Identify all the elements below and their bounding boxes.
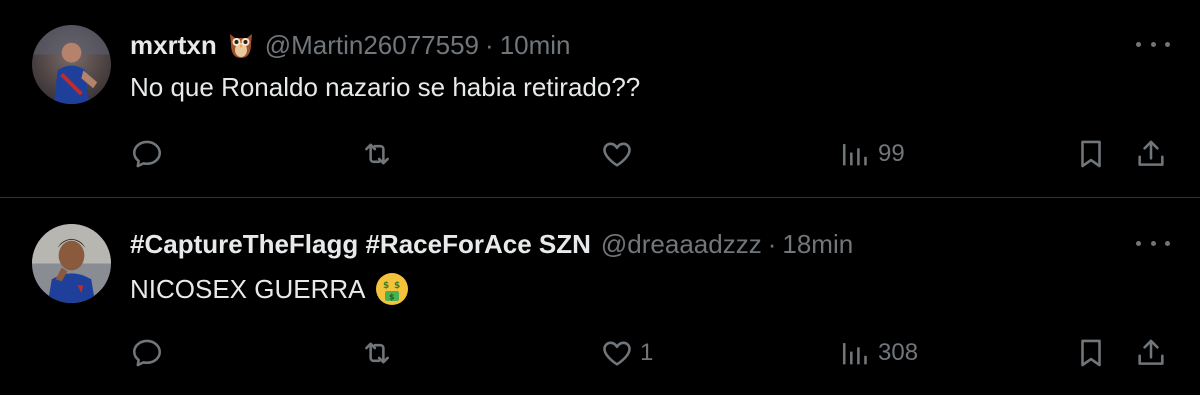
heart-icon <box>603 142 631 167</box>
avatar[interactable] <box>32 25 111 104</box>
avatar[interactable] <box>32 224 111 303</box>
tweet-text-content: NICOSEX GUERRA <box>130 273 366 304</box>
retweet-icon <box>365 143 389 165</box>
separator-dot: · <box>485 29 494 60</box>
bookmark-button[interactable] <box>1074 134 1108 174</box>
like-button[interactable] <box>600 134 640 174</box>
views-button[interactable]: 308 <box>838 333 918 373</box>
tweet-header: #CaptureTheFlagg #RaceForAce SZN @dreaaa… <box>130 227 853 261</box>
like-button[interactable]: 1 <box>600 333 653 373</box>
reply-icon <box>132 339 162 367</box>
share-icon <box>1138 140 1164 166</box>
retweet-button[interactable] <box>360 134 394 174</box>
retweet-icon <box>365 342 389 364</box>
action-bar: 1 308 <box>0 333 1200 373</box>
tweet-text: No que Ronaldo nazario se habia retirado… <box>130 72 640 103</box>
reply-button[interactable] <box>130 333 164 373</box>
more-options-icon[interactable] <box>1136 233 1170 253</box>
tweet[interactable]: mxrtxn @Martin26077559 · 10min No que Ro… <box>0 0 1200 198</box>
display-name[interactable]: #CaptureTheFlagg #RaceForAce SZN <box>130 229 591 260</box>
user-handle[interactable]: @Martin26077559 <box>265 30 479 61</box>
tweet-text: NICOSEX GUERRA $ $ $ <box>130 271 410 307</box>
reply-icon <box>132 140 162 168</box>
action-bar: 99 <box>0 134 1200 174</box>
tweet[interactable]: #CaptureTheFlagg #RaceForAce SZN @dreaaa… <box>0 199 1200 395</box>
view-count: 99 <box>878 140 905 167</box>
bookmark-icon <box>1081 140 1101 168</box>
heart-icon <box>603 341 631 366</box>
share-icon <box>1138 339 1164 365</box>
bookmark-icon <box>1081 339 1101 367</box>
retweet-button[interactable] <box>360 333 394 373</box>
owl-emoji-icon <box>227 30 255 60</box>
analytics-icon <box>842 144 867 166</box>
share-button[interactable] <box>1134 134 1168 174</box>
analytics-icon <box>842 343 867 365</box>
reply-button[interactable] <box>130 134 164 174</box>
user-handle[interactable]: @dreaaadzzz <box>601 229 762 260</box>
svg-text:$: $ <box>389 293 395 302</box>
like-count: 1 <box>640 339 654 366</box>
tweet-text-content: No que Ronaldo nazario se habia retirado… <box>130 72 641 102</box>
share-button[interactable] <box>1134 333 1168 373</box>
bookmark-button[interactable] <box>1074 333 1108 373</box>
timestamp[interactable]: 18min <box>782 229 853 260</box>
divider <box>0 197 1200 198</box>
money-mouth-face-icon: $ $ $ <box>374 271 410 307</box>
display-name[interactable]: mxrtxn <box>130 30 217 61</box>
more-options-icon[interactable] <box>1136 34 1170 54</box>
svg-text:$: $ <box>394 281 400 291</box>
reply-feed: mxrtxn @Martin26077559 · 10min No que Ro… <box>0 0 1200 395</box>
tweet-header: mxrtxn @Martin26077559 · 10min <box>130 28 571 62</box>
timestamp[interactable]: 10min <box>500 30 571 61</box>
svg-text:$: $ <box>383 281 389 291</box>
view-count: 308 <box>878 339 919 366</box>
views-button[interactable]: 99 <box>838 134 905 174</box>
separator-dot: · <box>767 228 777 259</box>
